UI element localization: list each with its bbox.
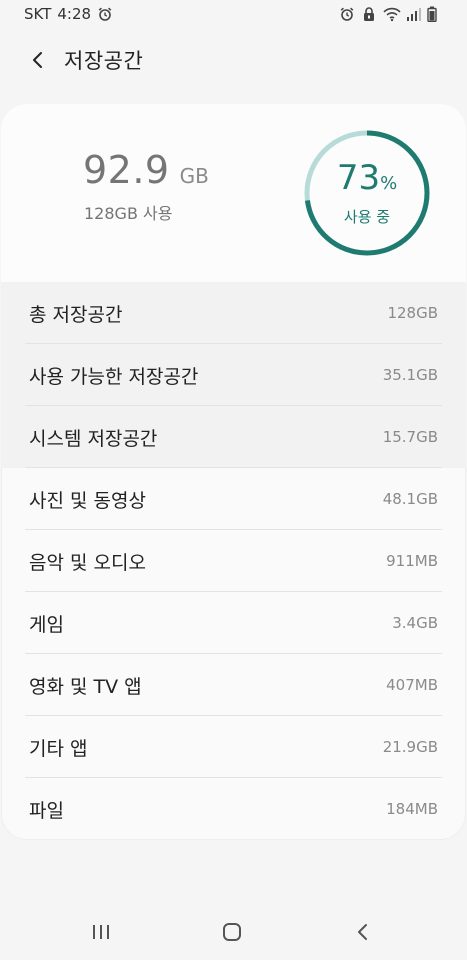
alarm-icon	[97, 6, 113, 22]
page-title: 저장공간	[64, 49, 144, 73]
storage-card: 92.9 GB 128GB 사용 73% 사용 중 총 저장공간 128GB 사…	[1, 104, 466, 840]
gauge-percent: 73	[336, 158, 381, 198]
row-label: 사진 및 동영상	[29, 489, 146, 512]
nav-back-button[interactable]	[343, 914, 383, 950]
used-value: 92.9	[83, 148, 170, 192]
storage-summary: 92.9 GB 128GB 사용 73% 사용 중	[1, 104, 466, 282]
usage-gauge: 73% 사용 중	[304, 130, 430, 256]
row-label: 시스템 저장공간	[29, 427, 158, 450]
storage-row-music-audio[interactable]: 음악 및 오디오 911MB	[1, 530, 466, 592]
carrier-name: SKT	[24, 5, 52, 23]
row-value: 3.4GB	[392, 614, 438, 632]
gauge-caption: 사용 중	[343, 208, 391, 226]
signal-icon	[405, 6, 421, 22]
storage-row-system[interactable]: 시스템 저장공간 15.7GB	[1, 406, 466, 468]
header: 저장공간	[0, 30, 467, 90]
recents-icon	[93, 925, 109, 939]
row-value: 184MB	[386, 800, 438, 818]
row-value: 21.9GB	[382, 738, 438, 756]
navigation-bar	[0, 900, 467, 960]
row-label: 영화 및 TV 앱	[29, 675, 142, 698]
recents-button[interactable]	[81, 914, 121, 950]
row-label: 음악 및 오디오	[29, 551, 146, 574]
row-value: 407MB	[386, 676, 438, 694]
storage-row-files[interactable]: 파일 184MB	[1, 778, 466, 840]
storage-row-games[interactable]: 게임 3.4GB	[1, 592, 466, 654]
row-label: 기타 앱	[29, 737, 88, 760]
home-icon	[223, 923, 241, 941]
battery-icon	[427, 6, 443, 23]
back-arrow-icon	[33, 52, 42, 68]
row-label: 총 저장공간	[29, 303, 123, 326]
storage-row-available[interactable]: 사용 가능한 저장공간 35.1GB	[1, 344, 466, 406]
lock-icon	[361, 6, 377, 22]
row-label: 파일	[29, 799, 64, 822]
row-value: 48.1GB	[382, 490, 438, 508]
nav-back-icon	[358, 924, 367, 940]
row-value: 911MB	[386, 552, 438, 570]
row-value: 128GB	[387, 304, 438, 322]
row-value: 35.1GB	[382, 366, 438, 384]
gauge-text: 73% 사용 중	[304, 160, 430, 227]
storage-row-movies-tv[interactable]: 영화 및 TV 앱 407MB	[1, 654, 466, 716]
alarm-icon	[339, 6, 355, 22]
status-time: 4:28	[57, 5, 92, 23]
row-label: 게임	[29, 613, 64, 636]
storage-row-other-apps[interactable]: 기타 앱 21.9GB	[1, 716, 466, 778]
status-bar: SKT 4:28	[0, 0, 467, 28]
used-unit: GB	[179, 164, 209, 188]
wifi-icon	[383, 6, 401, 22]
storage-row-total[interactable]: 총 저장공간 128GB	[1, 282, 466, 344]
home-button[interactable]	[212, 914, 252, 950]
status-left: SKT 4:28	[24, 5, 113, 23]
gauge-percent-wrap: 73%	[304, 160, 430, 202]
row-value: 15.7GB	[382, 428, 438, 446]
storage-row-photos-videos[interactable]: 사진 및 동영상 48.1GB	[1, 468, 466, 530]
row-label: 사용 가능한 저장공간	[29, 365, 199, 388]
back-button[interactable]	[16, 38, 60, 82]
total-capacity-caption: 128GB 사용	[84, 204, 173, 223]
gauge-percent-sign: %	[380, 173, 398, 194]
used-amount: 92.9 GB	[83, 148, 209, 192]
status-right	[339, 6, 443, 23]
storage-list: 총 저장공간 128GB 사용 가능한 저장공간 35.1GB 시스템 저장공간…	[1, 282, 466, 840]
